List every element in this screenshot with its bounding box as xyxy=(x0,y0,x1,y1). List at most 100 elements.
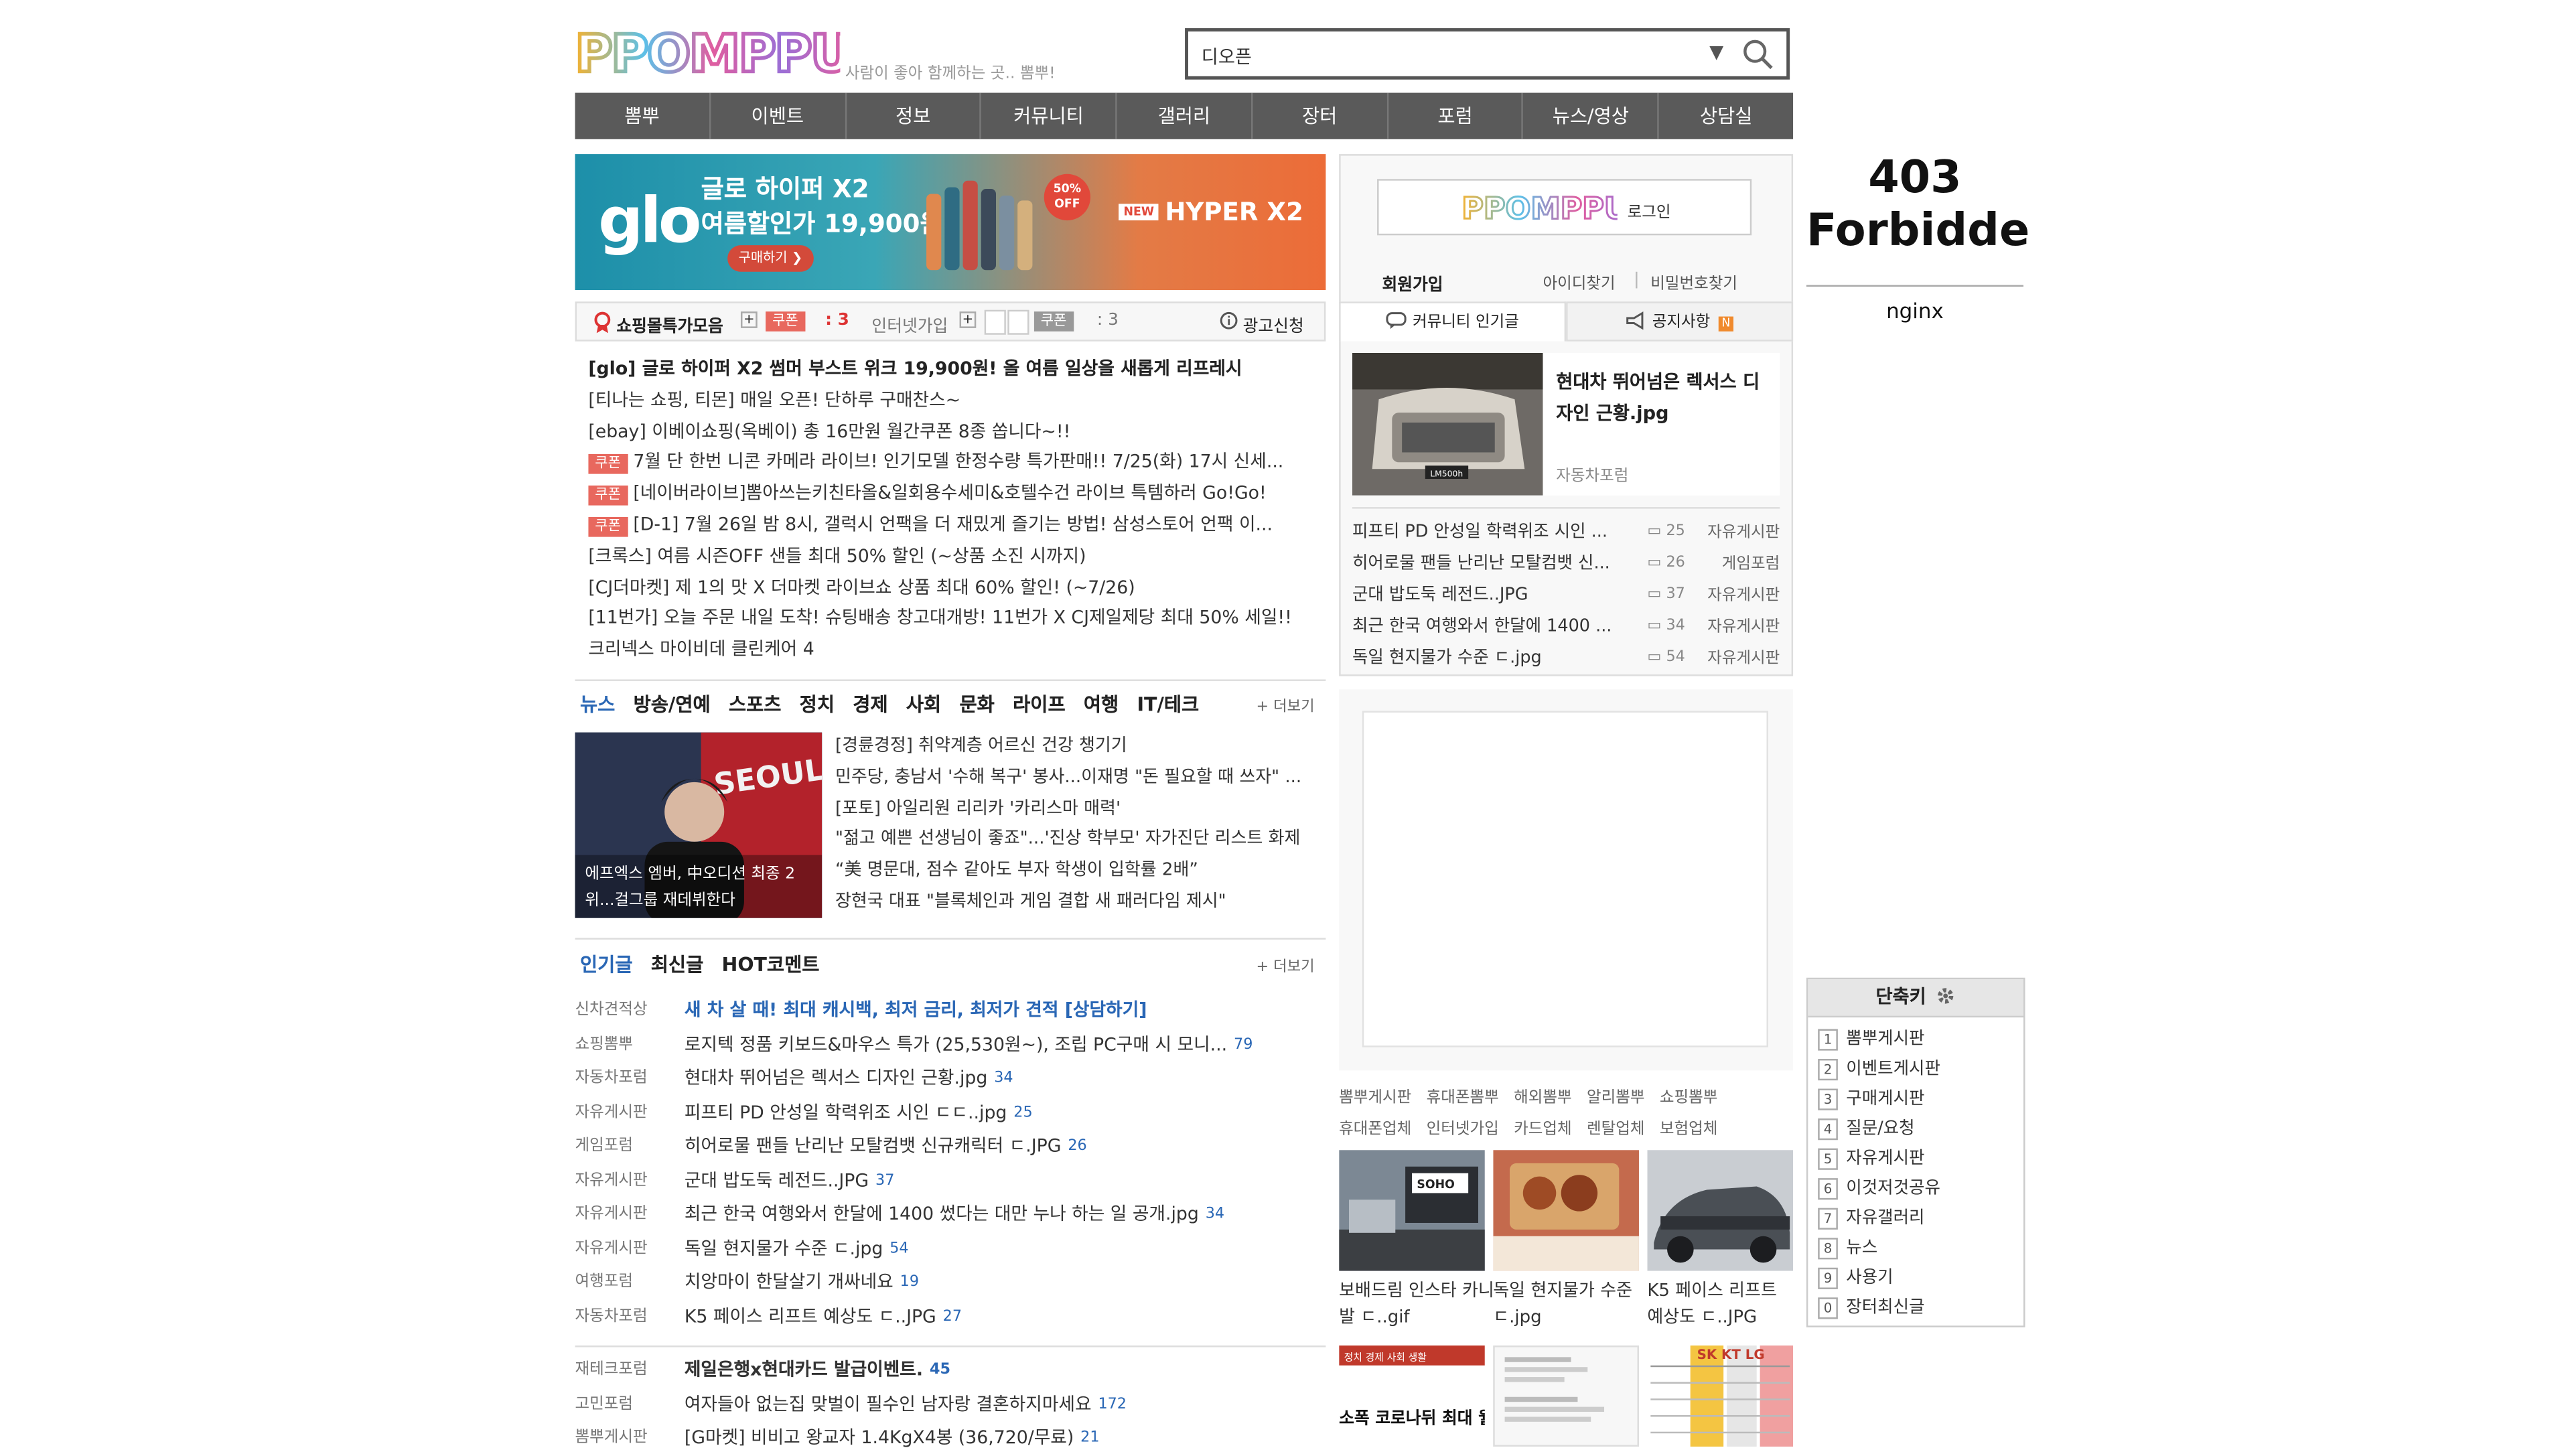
find-pw-link[interactable]: 비밀번호찾기 xyxy=(1650,270,1737,293)
tab-society[interactable]: 사회 xyxy=(906,691,941,718)
community-item[interactable]: 독일 현지물가 수준 ㄷ.jpg ▭ 54 자유게시판 xyxy=(1352,643,1780,674)
news-item[interactable]: [경륜경정] 취약계층 어르신 건강 챙기기 xyxy=(835,731,1319,762)
tab-hot-comment[interactable]: HOT코멘트 xyxy=(722,951,820,978)
post-title[interactable]: 제일은행x현대카드 발급이벤트. xyxy=(685,1354,923,1388)
community-item[interactable]: 히어로물 팬들 난리난 모탈컴뱃 신... ▭ 26 게임포럼 xyxy=(1352,549,1780,580)
category-link[interactable]: 뽐뿌게시판 xyxy=(1339,1089,1411,1107)
tab-life[interactable]: 라이프 xyxy=(1013,691,1066,718)
category-link[interactable]: 렌탈업체 xyxy=(1587,1119,1645,1137)
tab-politics[interactable]: 정치 xyxy=(800,691,835,718)
nav-item-ppomppu[interactable]: 뽐뿌 xyxy=(575,92,711,139)
shortcut-item[interactable]: 5 자유게시판 xyxy=(1808,1143,2023,1173)
search-dropdown-icon[interactable]: ▼ xyxy=(1709,42,1723,63)
shop-item[interactable]: 쿠폰 [네이버라이브]뽐아쓰는키친타올&일회용수세미&호텔수건 라이브 특템하러… xyxy=(588,480,1317,511)
post-title[interactable]: 피프티 PD 안성일 학력위조 시인 ㄷㄷ..jpg xyxy=(685,1096,1007,1131)
popular-row[interactable]: 자동차포럼 현대차 뛰어넘은 렉서스 디자인 근황.jpg 34 xyxy=(575,1062,1326,1096)
ad-frame[interactable] xyxy=(1362,711,1768,1047)
thumb-caption[interactable]: 독일 현지물가 수준 ㄷ.jpg xyxy=(1493,1278,1649,1331)
gear-icon[interactable] xyxy=(1936,982,1956,1019)
search-icon[interactable] xyxy=(1741,38,1774,71)
shop-item[interactable]: [CJ더마켓] 제 1의 맛 X 더마켓 라이브쇼 상품 최대 60% 할인! … xyxy=(588,573,1317,604)
shortcut-item[interactable]: 6 이것저것공유 xyxy=(1808,1173,2023,1204)
nav-item-consult[interactable]: 상담실 xyxy=(1659,93,1793,139)
shop-item[interactable]: [11번가] 오늘 주문 내일 도착! 슈팅배송 창고대개방! 11번가 X C… xyxy=(588,604,1317,636)
post-title[interactable]: 독일 현지물가 수준 ㄷ.jpg xyxy=(685,1232,883,1266)
community-item[interactable]: 군대 밥도둑 레전드..JPG ▭ 37 자유게시판 xyxy=(1352,580,1780,611)
tab-sports[interactable]: 스포츠 xyxy=(729,691,782,718)
site-logo[interactable]: PPOMPPU xyxy=(575,23,841,83)
popular-row[interactable]: 여행포럼 치앙마이 한달살기 개싸네요 19 xyxy=(575,1266,1326,1300)
category-link[interactable]: 알리뽐뿌 xyxy=(1587,1089,1645,1107)
shop-item[interactable]: 크리넥스 마이비데 클린케어 4 xyxy=(588,635,1317,666)
shop-item[interactable]: [티나는 쇼핑, 티몬] 매일 오픈! 단하루 구매찬스~ xyxy=(588,386,1317,417)
shortcut-item[interactable]: 1 뽐뿌게시판 xyxy=(1808,1024,2023,1054)
shop-expand-icon[interactable]: + xyxy=(740,311,758,328)
popular-row[interactable]: 신차견적상 새 차 살 때! 최대 캐시백, 최저 금리, 최저가 견적 [상담하… xyxy=(575,995,1326,1029)
gallery-thumb[interactable]: SOHO xyxy=(1339,1150,1485,1271)
post-title[interactable]: 현대차 뛰어넘은 렉서스 디자인 근황.jpg xyxy=(685,1062,987,1096)
category-link[interactable]: 카드업체 xyxy=(1514,1119,1572,1137)
gallery-thumb[interactable] xyxy=(1493,1150,1639,1271)
shortcut-item[interactable]: 9 사용기 xyxy=(1808,1262,2023,1293)
community-item[interactable]: 피프티 PD 안성일 학력위조 시인 ... ▭ 25 자유게시판 xyxy=(1352,517,1780,549)
post-title[interactable]: 히어로물 팬들 난리난 모탈컴뱃 신규캐릭터 ㄷ.JPG xyxy=(685,1130,1062,1164)
category-link[interactable]: 해외뽐뿌 xyxy=(1514,1089,1572,1107)
shop-title[interactable]: 쇼핑몰특가모음 xyxy=(616,311,723,336)
tab-news[interactable]: 뉴스 xyxy=(580,691,615,718)
feature-title[interactable]: 현대차 뛰어넘은 렉서스 디자인 근황.jpg xyxy=(1556,366,1772,429)
feature-post[interactable]: LM500h 현대차 뛰어넘은 렉서스 디자인 근황.jpg 자동차포럼 xyxy=(1352,353,1780,496)
thumb-caption[interactable]: K5 페이스 리프트 예상도 ㄷ..JPG xyxy=(1647,1278,1793,1331)
shop-item[interactable]: [glo] 글로 하이퍼 X2 썸머 부스트 위크 19,900원! 올 여름 … xyxy=(588,354,1317,386)
news-item[interactable]: 장현국 대표 "블록체인과 게임 결합 새 패러다임 제시" xyxy=(835,887,1319,918)
join-expand-icon[interactable]: + xyxy=(959,311,977,328)
banner-buy-button[interactable]: 구매하기 ❯ xyxy=(727,245,814,272)
shortcut-item[interactable]: 8 뉴스 xyxy=(1808,1233,2023,1263)
post-title[interactable]: [G마켓] 비비고 왕교자 1.4KgX4봉 (36,720/무료) xyxy=(685,1422,1074,1456)
shortcut-item[interactable]: 2 이벤트게시판 xyxy=(1808,1054,2023,1084)
shortcut-item[interactable]: 3 구매게시판 xyxy=(1808,1084,2023,1114)
news-item[interactable]: "젊고 예쁜 선생님이 좋죠"...'진상 학부모' 자가진단 리스트 화제 xyxy=(835,824,1319,856)
post-title[interactable]: K5 페이스 리프트 예상도 ㄷ..JPG xyxy=(685,1300,936,1334)
nav-item-news-video[interactable]: 뉴스/영상 xyxy=(1524,92,1660,139)
shop-item[interactable]: [ebay] 이베이쇼핑(옥베이) 총 16만원 월간쿠폰 8종 쏩니다~!! xyxy=(588,417,1317,448)
login-button[interactable]: PPOMPPU 로그인 xyxy=(1377,179,1752,236)
popular-more-link[interactable]: + 더보기 xyxy=(1256,954,1314,976)
shop-item[interactable]: 쿠폰 7월 단 한번 니콘 카메라 라이브! 인기모델 한정수량 특가판매!! … xyxy=(588,448,1317,480)
gallery-thumb[interactable] xyxy=(1647,1150,1794,1271)
glo-ad-banner[interactable]: glo 글로 하이퍼 X2 여름할인가 19,900원 구매하기 ❯ 50% O… xyxy=(575,154,1326,290)
news-thumbnail[interactable]: SEOUL FAS 에프엑스 엠버, 中오디션 최종 2위...걸그룹 재데뷔한… xyxy=(575,732,823,918)
signup-link[interactable]: 회원가입 xyxy=(1382,270,1443,295)
next-icon[interactable] xyxy=(1007,309,1029,335)
popular-row[interactable]: 게임포럼 히어로물 팬들 난리난 모탈컴뱃 신규캐릭터 ㄷ.JPG 26 xyxy=(575,1130,1326,1164)
nav-item-gallery[interactable]: 갤러리 xyxy=(1117,92,1253,139)
tab-broadcast[interactable]: 방송/연예 xyxy=(634,691,711,718)
tab-culture[interactable]: 문화 xyxy=(959,691,994,718)
find-id-link[interactable]: 아이디찾기 xyxy=(1543,270,1615,293)
popular-row[interactable]: 자유게시판 독일 현지물가 수준 ㄷ.jpg 54 xyxy=(575,1232,1326,1266)
nav-item-market[interactable]: 장터 xyxy=(1253,92,1388,139)
popular-row[interactable]: 자유게시판 최근 한국 여행와서 한달에 1400 썼다는 대만 누나 하는 일 … xyxy=(575,1198,1326,1232)
tab-notice[interactable]: 공지사항 N xyxy=(1566,301,1794,342)
shortcut-item[interactable]: 0 장터최신글 xyxy=(1808,1293,2023,1323)
post-title[interactable]: 군대 밥도둑 레전드..JPG xyxy=(685,1164,869,1198)
popular-row[interactable]: 쇼핑뽐뿌 로지텍 정품 키보드&마우스 특가 (25,530원~), 조립 PC구… xyxy=(575,1028,1326,1062)
post-title[interactable]: 새 차 살 때! 최대 캐시백, 최저 금리, 최저가 견적 [상담하기] xyxy=(685,995,1147,1029)
popular-row[interactable]: 고민포럼 여자들아 없는집 맞벌이 필수인 남자랑 결혼하지마세요 172 xyxy=(575,1388,1326,1422)
tab-economy[interactable]: 경제 xyxy=(853,691,887,718)
nav-item-event[interactable]: 이벤트 xyxy=(711,92,847,139)
shortcut-item[interactable]: 4 질문/요청 xyxy=(1808,1114,2023,1144)
category-link[interactable]: 보험업체 xyxy=(1660,1119,1718,1137)
nav-item-info[interactable]: 정보 xyxy=(846,92,982,139)
news-item[interactable]: 민주당, 충남서 '수해 복구' 봉사...이재명 "돈 필요할 때 쓰자" .… xyxy=(835,762,1319,794)
gallery-thumb[interactable]: SK KT LG xyxy=(1647,1345,1794,1447)
ad-apply-link[interactable]: 광고신청 xyxy=(1243,311,1304,336)
popular-row[interactable]: 자유게시판 군대 밥도둑 레전드..JPG 37 xyxy=(575,1164,1326,1198)
internet-join-link[interactable]: 인터넷가입 xyxy=(871,311,948,336)
news-more-link[interactable]: + 더보기 xyxy=(1256,695,1314,716)
post-title[interactable]: 여자들아 없는집 맞벌이 필수인 남자랑 결혼하지마세요 xyxy=(685,1388,1092,1422)
gallery-thumb[interactable]: 정치 경제 사회 생활 소폭 코로나뒤 최대 월패 내리막 xyxy=(1339,1345,1485,1447)
gallery-thumb[interactable] xyxy=(1493,1345,1639,1447)
popular-row[interactable]: 자동차포럼 K5 페이스 리프트 예상도 ㄷ..JPG 27 xyxy=(575,1300,1326,1334)
search-input[interactable] xyxy=(1198,38,1703,75)
prev-icon[interactable] xyxy=(984,309,1006,335)
